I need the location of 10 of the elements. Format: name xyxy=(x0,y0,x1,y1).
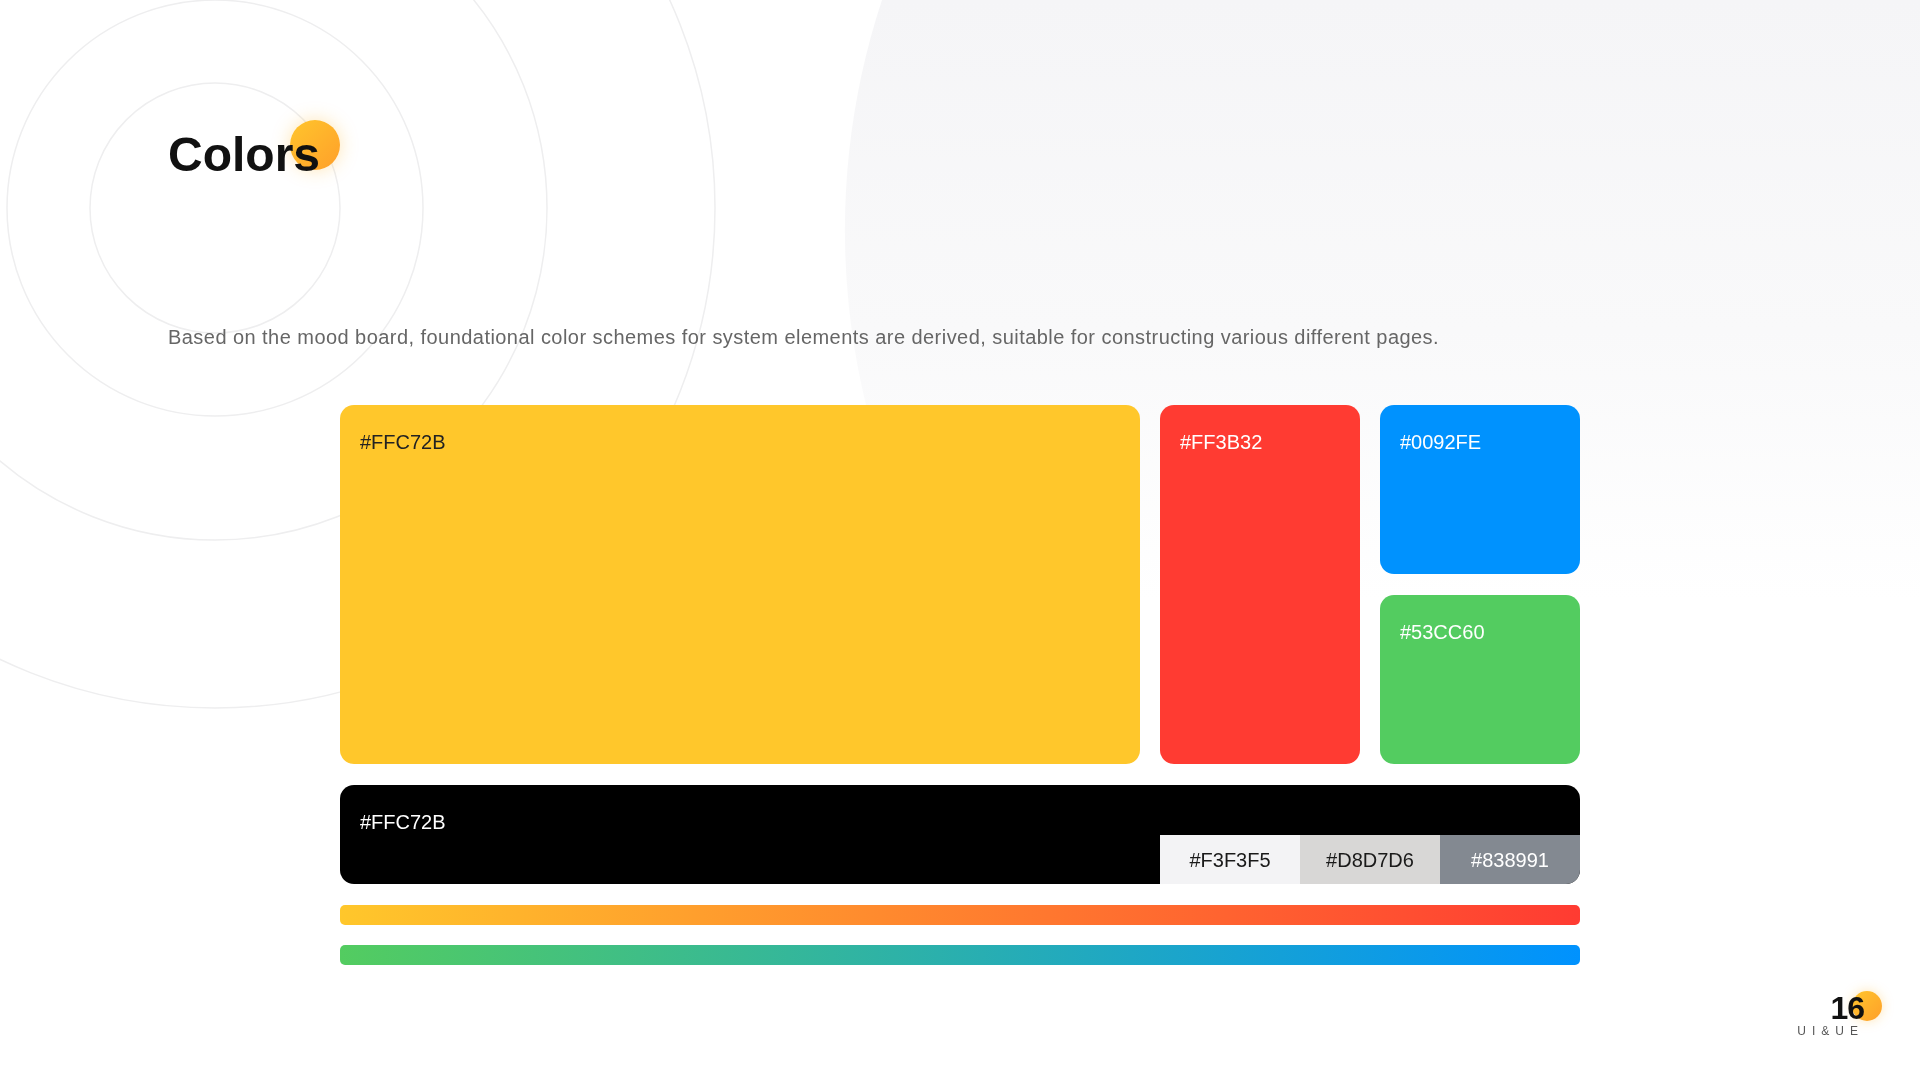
description-text: Based on the mood board, foundational color schemes for system elements are derived, suitable for constructing various different pages. xyxy=(168,325,1440,349)
hex-label: #53CC60 xyxy=(1400,621,1485,643)
hex-label: #F3F3F5 xyxy=(1189,847,1271,872)
hex-label: #FF3B32 xyxy=(1180,431,1263,453)
hex-label: #D8D7D6 xyxy=(1326,847,1414,872)
hex-label: #0092FE xyxy=(1400,431,1482,453)
hex-label: #838991 xyxy=(1471,847,1549,872)
hex-label: #FFC72B xyxy=(360,431,446,453)
footer-caption: UI&UE xyxy=(1797,1025,1864,1037)
hex-label: #FFC72B xyxy=(360,810,446,834)
